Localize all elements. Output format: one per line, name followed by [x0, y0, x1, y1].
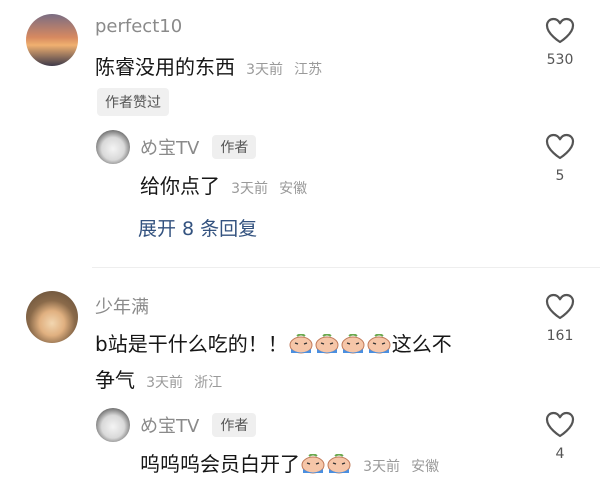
author-tag: 作者 [212, 413, 257, 437]
expand-replies-link[interactable]: 展开 8 条回复 [138, 214, 257, 241]
reply-location: 安徽 [279, 181, 308, 197]
author-tag: 作者 [212, 135, 257, 159]
comment-text: b站是干什么吃的！！ 这么不 [95, 328, 452, 357]
comment-body: 陈睿没用的东西 3天前 江苏 [95, 51, 322, 80]
heart-icon [545, 293, 575, 320]
author-liked-badge: 作者赞过 [97, 88, 169, 116]
comment-text: 陈睿没用的东西 [95, 55, 235, 79]
comment-text-part: b站是干什么吃的！！ [95, 332, 288, 356]
comment-body-line2: 争气 3天前 浙江 [95, 364, 222, 393]
comment-username[interactable]: perfect10 [95, 16, 182, 37]
crying-emoji-icon [300, 453, 326, 474]
heart-icon [545, 17, 575, 44]
comment-text-part: 这么不 [391, 332, 452, 356]
heart-icon [545, 133, 575, 160]
like-count: 530 [546, 52, 574, 68]
avatar[interactable] [96, 130, 130, 164]
crying-emoji-icon [326, 453, 352, 474]
reply-text: 给你点了 [140, 174, 220, 198]
like-count: 161 [546, 328, 574, 344]
like-count: 5 [555, 168, 565, 184]
avatar[interactable] [26, 14, 78, 66]
comment-time: 3天前 [146, 375, 184, 391]
comment-time: 3天前 [246, 62, 284, 78]
comment-username[interactable]: 少年满 [95, 293, 149, 319]
like-button[interactable]: 4 [542, 410, 578, 462]
like-button[interactable]: 161 [542, 292, 578, 344]
reply-username[interactable]: め宝TV [140, 416, 199, 437]
divider [92, 267, 600, 268]
reply-location: 安徽 [411, 459, 440, 475]
reply-header: め宝TV 作者 [140, 412, 257, 438]
crying-emoji-icon [288, 333, 314, 354]
avatar[interactable] [26, 291, 78, 343]
crying-emoji-icon [366, 333, 392, 354]
reply-username[interactable]: め宝TV [140, 138, 199, 159]
comment-location: 江苏 [294, 62, 323, 78]
avatar[interactable] [96, 408, 130, 442]
reply-body: 给你点了 3天前 安徽 [140, 170, 307, 199]
like-count: 4 [555, 446, 565, 462]
like-button[interactable]: 5 [542, 132, 578, 184]
heart-icon [545, 411, 575, 438]
reply-time: 3天前 [363, 459, 401, 475]
crying-emoji-icon [340, 333, 366, 354]
comment-location: 浙江 [194, 375, 223, 391]
reply-body: 呜呜呜会员白开了 3天前 安徽 [140, 448, 439, 477]
reply-header: め宝TV 作者 [140, 134, 257, 160]
comment-text-part: 争气 [95, 368, 135, 392]
reply-text: 呜呜呜会员白开了 [140, 452, 300, 476]
reply-time: 3天前 [231, 181, 269, 197]
like-button[interactable]: 530 [542, 16, 578, 68]
crying-emoji-icon [314, 333, 340, 354]
